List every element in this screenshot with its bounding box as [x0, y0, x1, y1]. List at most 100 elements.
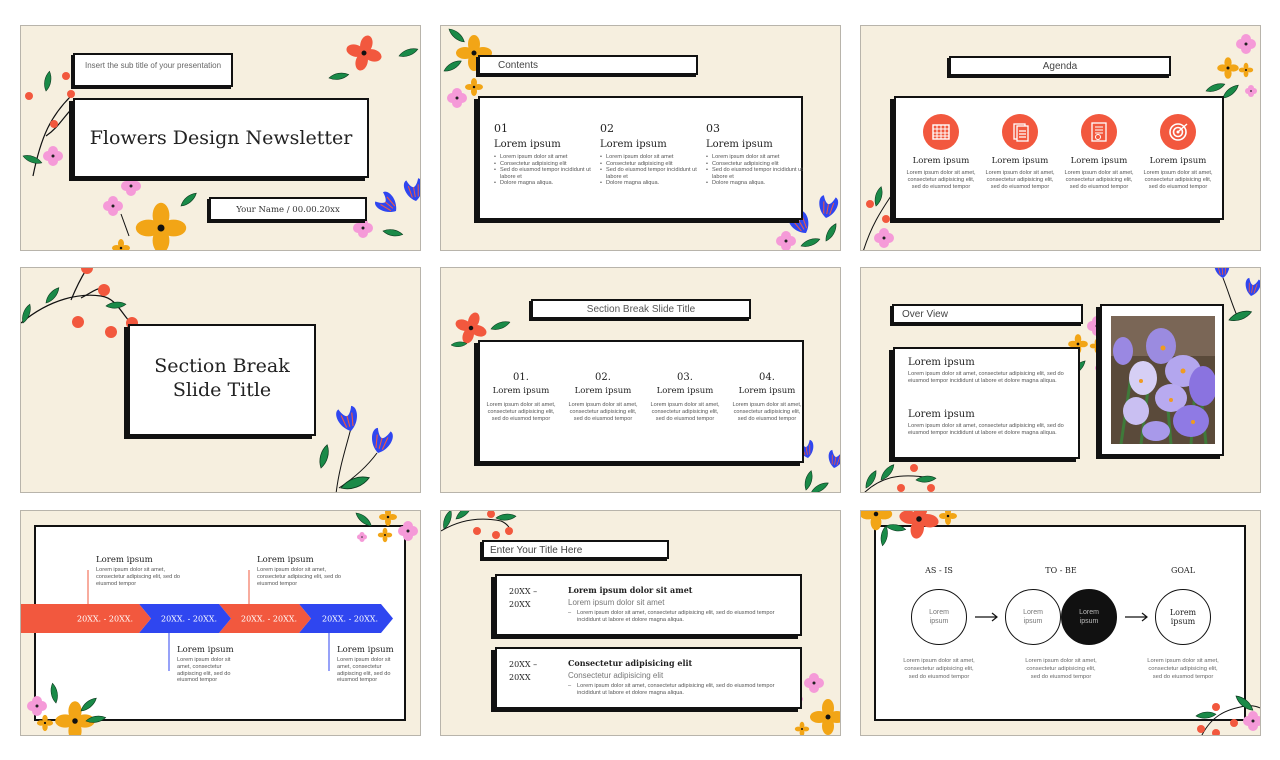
target-icon — [1160, 114, 1196, 150]
heading-box: Contents — [478, 55, 698, 75]
timeline-item-bottom: Lorem ipsum Lorem ipsum dolor sit amet, … — [177, 645, 243, 684]
bullet-item: Dolore magna aliqua. — [706, 180, 806, 187]
column-text: Lorem ipsum dolor sit amet, consectetur … — [650, 402, 720, 422]
timeline-date-label: 20XX. - 20XX. — [77, 615, 133, 624]
stage-label: GOAL — [1170, 566, 1196, 575]
subtitle-text: Insert the sub title of your presentatio… — [85, 61, 222, 70]
entry-text: – Lorem ipsum dolor sit amet, consectetur… — [568, 683, 775, 696]
column-title: Lorem ipsum — [494, 139, 561, 150]
stage-circle: Lorem ipsum — [1005, 589, 1061, 645]
heading-box: Agenda — [949, 56, 1171, 76]
date-end: 20XX — [509, 600, 531, 609]
dated-entry: 20XX – 20XX Consectetur adipisicing elit… — [495, 647, 802, 709]
contents-column: 03 Lorem ipsum Lorem ipsum dolor sit ame… — [706, 122, 806, 187]
agenda-item: Lorem ipsum Lorem ipsum dolor sit amet, … — [1143, 114, 1213, 191]
column-title: Lorem ipsum — [738, 386, 796, 396]
slide-dated-list[interactable]: Enter Your Title Here 20XX – 20XX Lorem … — [440, 510, 841, 736]
bullet-item: Dolore magna aliqua. — [600, 180, 700, 187]
agenda-item-text: Lorem ipsum dolor sit amet, consectetur … — [906, 170, 976, 190]
column-text: Lorem ipsum dolor sit amet, consectetur … — [732, 402, 802, 422]
column-bullets: Lorem ipsum dolor sit amet Consectetur a… — [494, 154, 594, 187]
bullet-item: Lorem ipsum dolor sit amet — [600, 154, 700, 161]
contents-heading: Contents — [498, 60, 539, 71]
column-number: 03. — [677, 372, 693, 383]
stage-circle-text: Lorem ipsum — [1023, 609, 1043, 625]
slide-as-is-to-be[interactable]: AS - IS Lorem ipsum dolor sit amet, conse… — [860, 510, 1261, 736]
overview-heading: Over View — [902, 309, 948, 320]
date-start: 20XX – — [509, 660, 538, 669]
agenda-card: Lorem ipsum Lorem ipsum dolor sit amet, … — [894, 96, 1224, 220]
entry-subtitle: Consectetur adipisicing elit — [568, 671, 664, 680]
stage-description: Lorem ipsum dolor sit amet, consectetur … — [1147, 658, 1219, 680]
title-box: Flowers Design Newsletter — [73, 98, 369, 178]
bullet-item: Lorem ipsum dolor sit amet — [706, 154, 806, 161]
agenda-item-title: Lorem ipsum — [1149, 156, 1207, 166]
calendar-icon — [923, 114, 959, 150]
entry-text-content: Lorem ipsum dolor sit amet, consectetur … — [577, 610, 775, 623]
overview-section: Lorem ipsum Lorem ipsum dolor sit amet, … — [908, 357, 1068, 384]
timeline-item-top: Lorem ipsum Lorem ipsum dolor sit amet, … — [257, 555, 352, 587]
contents-column: 01 Lorem ipsum Lorem ipsum dolor sit ame… — [494, 122, 594, 187]
stage-circle-text: Lorem ipsum — [1079, 609, 1099, 625]
agenda-item: Lorem ipsum Lorem ipsum dolor sit amet, … — [1064, 114, 1134, 191]
bullet-item: Sed do eiusmod tempor incididunt ut labo… — [706, 167, 806, 180]
entry-text: – Lorem ipsum dolor sit amet, consectetur… — [568, 610, 775, 623]
column-text: Lorem ipsum dolor sit amet, consectetur … — [486, 402, 556, 422]
column-number: 02. — [595, 372, 611, 383]
item-text: Lorem ipsum dolor sit amet, consectetur … — [257, 567, 341, 587]
column-number: 01. — [513, 372, 529, 383]
slide-title[interactable]: Insert the sub title of your presentatio… — [20, 25, 421, 251]
presentation-title: Flowers Design Newsletter — [89, 127, 353, 149]
date-range: 20XX – 20XX — [509, 585, 537, 611]
contents-column: 02 Lorem ipsum Lorem ipsum dolor sit ame… — [600, 122, 700, 187]
document-icon — [1002, 114, 1038, 150]
date-start: 20XX – — [509, 587, 538, 596]
entry-title: Consectetur adipisicing elit — [568, 658, 693, 668]
bullet-item: Consectetur adipisicing elit — [494, 161, 594, 168]
stage-circle: Lorem ipsum — [911, 589, 967, 645]
timeline-date-label: 20XX. - 20XX. — [241, 615, 297, 624]
entry-body: Lorem ipsum dolor sit amet Lorem ipsum d… — [568, 585, 793, 623]
section-title: Lorem ipsum — [908, 357, 975, 368]
item-text: Lorem ipsum dolor sit amet, consectetur … — [337, 657, 391, 684]
timeline-arrows: 20XX. - 20XX. 20XX. - 20XX. 20XX. - 20XX. 2… — [21, 570, 393, 671]
timeline-item-bottom: Lorem ipsum Lorem ipsum dolor sit amet, … — [337, 645, 403, 684]
section-title-line: Section Break — [154, 355, 290, 377]
agenda-item-title: Lorem ipsum — [912, 156, 970, 166]
bullet-item: Sed do eiusmod tempor incididunt ut labo… — [494, 167, 594, 180]
checklist-icon — [1081, 114, 1117, 150]
item-title: Lorem ipsum — [96, 555, 153, 565]
column-bullets: Lorem ipsum dolor sit amet Consectetur a… — [706, 154, 806, 187]
slide-agenda[interactable]: Agenda Lorem ipsum Lorem ipsum dolor sit… — [860, 25, 1261, 251]
section-column: 02. Lorem ipsum Lorem ipsum dolor sit am… — [568, 372, 638, 423]
timeline-date-label: 20XX. - 20XX. — [161, 615, 217, 624]
purple-crocus-photo — [1111, 316, 1215, 444]
entry-body: Consectetur adipisicing elit Consectetur… — [568, 658, 793, 696]
column-bullets: Lorem ipsum dolor sit amet Consectetur a… — [600, 154, 700, 187]
agenda-heading: Agenda — [1042, 61, 1078, 72]
section-title-box: Section Break Slide Title — [128, 324, 316, 436]
author-date: Your Name / 00.00.20xx — [236, 205, 340, 215]
column-number: 01 — [494, 122, 508, 135]
item-text: Lorem ipsum dolor sit amet, consectetur … — [96, 567, 180, 587]
section-heading: Section Break Slide Title — [586, 304, 696, 315]
slide-overview[interactable]: Over View Lorem ipsum Lorem ipsum dolor … — [860, 267, 1261, 493]
dated-entry: 20XX – 20XX Lorem ipsum dolor sit amet L… — [495, 574, 802, 636]
subtitle-box: Insert the sub title of your presentatio… — [73, 53, 233, 87]
slide-contents[interactable]: Contents 01 Lorem ipsum Lorem ipsum dolo… — [440, 25, 841, 251]
page-heading: Enter Your Title Here — [490, 545, 583, 556]
slide-section-columns[interactable]: Section Break Slide Title 01. Lorem ipsu… — [440, 267, 841, 493]
column-title: Lorem ipsum — [574, 386, 632, 396]
section-column: 04. Lorem ipsum Lorem ipsum dolor sit am… — [732, 372, 802, 423]
slide-section-break[interactable]: Section Break Slide Title — [20, 267, 421, 493]
overview-section: Lorem ipsum Lorem ipsum dolor sit amet, … — [908, 409, 1068, 436]
stage-description: Lorem ipsum dolor sit amet, consectetur … — [1025, 658, 1097, 680]
stage-circle-text: Lorem ipsum — [1169, 608, 1197, 626]
timeline-item-top: Lorem ipsum Lorem ipsum dolor sit amet, … — [96, 555, 191, 587]
column-number: 04. — [759, 372, 775, 383]
stage-circle-filled: Lorem ipsum — [1061, 589, 1117, 645]
agenda-item-text: Lorem ipsum dolor sit amet, consectetur … — [1143, 170, 1213, 190]
section-title: Lorem ipsum — [908, 409, 975, 420]
bullet-item: Consectetur adipisicing elit — [706, 161, 806, 168]
slide-timeline[interactable]: 20XX. - 20XX. 20XX. - 20XX. 20XX. - 20XX. 2… — [20, 510, 421, 736]
